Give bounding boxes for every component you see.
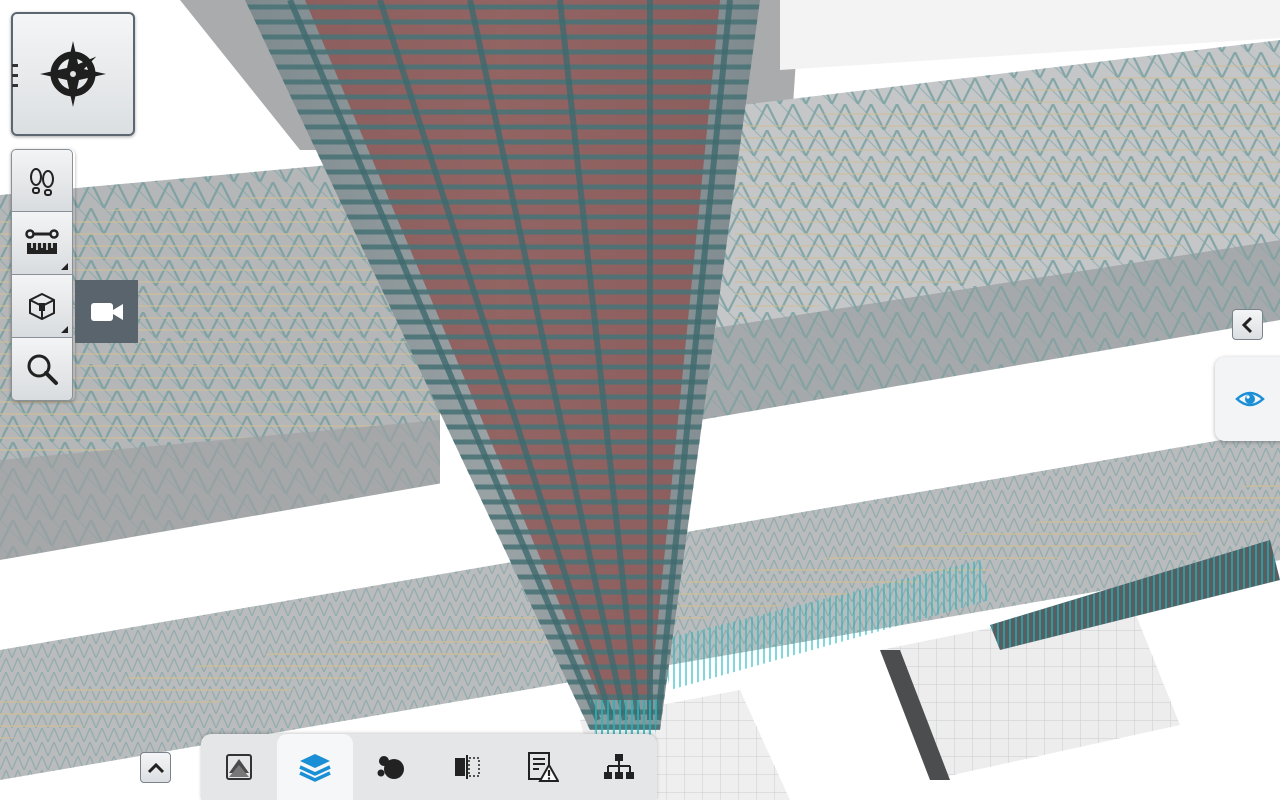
compass-rose-icon: [40, 41, 106, 107]
tab-views[interactable]: [201, 734, 277, 800]
tab-objects[interactable]: [353, 734, 429, 800]
compare-icon: [455, 755, 480, 779]
eye-icon: [1235, 391, 1265, 407]
objects-icon: [377, 756, 404, 779]
tab-issues[interactable]: [505, 734, 581, 800]
visibility-panel-tab[interactable]: [1215, 357, 1280, 441]
magnifier-icon: [27, 354, 58, 385]
camera-flyout-button[interactable]: [75, 280, 138, 343]
chevron-up-icon: [147, 762, 164, 773]
navigation-cube[interactable]: [11, 12, 135, 136]
collapse-panel-button[interactable]: [1232, 309, 1263, 340]
3d-viewport[interactable]: [0, 0, 1280, 800]
walk-tool-button[interactable]: [11, 149, 73, 212]
submenu-indicator-icon: [61, 263, 68, 270]
tab-hierarchy[interactable]: [581, 734, 657, 800]
left-toolbar: [11, 149, 75, 401]
zoom-tool-button[interactable]: [11, 338, 73, 401]
camera-icon: [90, 302, 123, 321]
footprints-icon: [30, 167, 54, 196]
expand-toolbar-button[interactable]: [140, 752, 171, 783]
submenu-indicator-icon: [61, 326, 68, 333]
ruler-icon: [25, 229, 59, 254]
chevron-left-icon: [1241, 316, 1252, 333]
issues-icon: [528, 752, 559, 782]
views-icon: [226, 754, 252, 780]
layers-icon: [299, 754, 331, 782]
drag-handle-icon[interactable]: [12, 62, 20, 94]
section-box-icon: [29, 292, 55, 321]
bottom-toolbar: [201, 734, 657, 800]
section-tool-button[interactable]: [11, 275, 73, 338]
measure-tool-button[interactable]: [11, 212, 73, 275]
hierarchy-icon: [604, 754, 634, 779]
tab-layers[interactable]: [277, 734, 353, 800]
tab-compare[interactable]: [429, 734, 505, 800]
